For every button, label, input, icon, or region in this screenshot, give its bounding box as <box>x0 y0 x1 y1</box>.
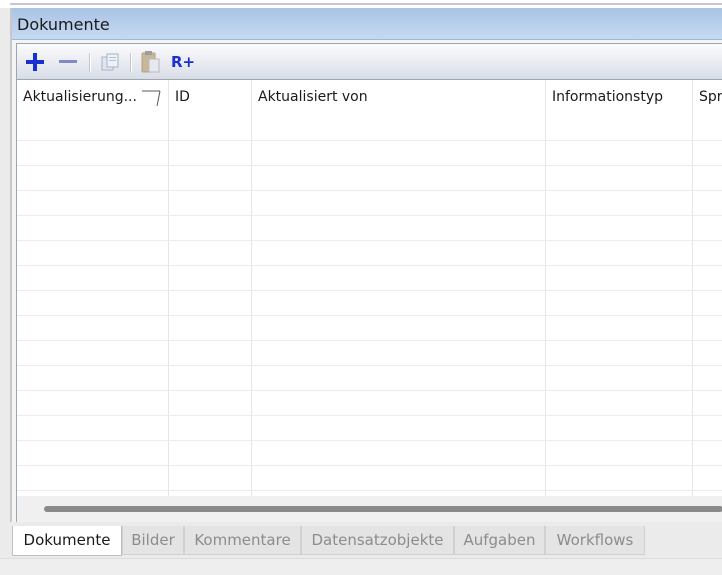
column-header-informationstyp[interactable]: Informationstyp <box>546 80 693 116</box>
r-plus-icon: R+ <box>171 53 195 71</box>
paste-icon <box>141 51 160 73</box>
empty-row <box>17 241 722 266</box>
copy-icon <box>101 53 119 71</box>
empty-row <box>17 291 722 316</box>
minus-icon <box>59 60 77 63</box>
column-label: Aktualisierung... <box>23 89 137 105</box>
empty-row <box>17 316 722 341</box>
empty-row <box>17 366 722 391</box>
top-divider <box>10 3 722 5</box>
remove-button[interactable] <box>55 49 81 75</box>
empty-row <box>17 116 722 141</box>
panel-header: Dokumente <box>12 8 722 40</box>
window-top-strip <box>0 0 722 8</box>
toolbar-separator <box>130 53 132 72</box>
column-header-id[interactable]: ID <box>169 80 252 116</box>
empty-row <box>17 466 722 491</box>
panel-title: Dokumente <box>17 15 110 34</box>
tab-dokumente[interactable]: Dokumente <box>12 526 122 556</box>
sort-indicator-icon <box>142 90 161 107</box>
plus-icon <box>26 53 44 71</box>
empty-row <box>17 441 722 466</box>
toolbar-separator <box>89 53 91 72</box>
empty-row <box>17 391 722 416</box>
tab-bilder[interactable]: Bilder <box>122 526 184 555</box>
empty-row <box>17 341 722 366</box>
grid-rows <box>17 116 722 496</box>
column-header-aktualisiert-von[interactable]: Aktualisiert von <box>252 80 546 116</box>
empty-row <box>17 416 722 441</box>
paste-button[interactable] <box>137 49 163 75</box>
column-header-sprache[interactable]: Spr <box>693 80 722 116</box>
empty-row <box>17 266 722 291</box>
tab-datensatzobjekte[interactable]: Datensatzobjekte <box>301 526 454 555</box>
tab-workflows[interactable]: Workflows <box>545 526 645 555</box>
grid-header: Aktualisierung... ID Aktualisiert von In… <box>17 80 722 116</box>
status-bar <box>0 558 722 575</box>
empty-row <box>17 141 722 166</box>
empty-row <box>17 166 722 191</box>
tab-aufgaben[interactable]: Aufgaben <box>454 526 545 555</box>
tab-kommentare[interactable]: Kommentare <box>184 526 301 555</box>
add-reference-button[interactable]: R+ <box>169 49 199 75</box>
horizontal-scrollbar[interactable] <box>16 496 722 522</box>
scrollbar-thumb[interactable] <box>44 506 722 512</box>
add-button[interactable] <box>22 49 48 75</box>
column-header-aktualisierung[interactable]: Aktualisierung... <box>17 80 169 116</box>
empty-row <box>17 216 722 241</box>
toolbar: R+ <box>16 43 722 80</box>
svg-text:R+: R+ <box>171 53 195 71</box>
empty-row <box>17 191 722 216</box>
documents-grid: Aktualisierung... ID Aktualisiert von In… <box>16 80 722 496</box>
copy-button[interactable] <box>97 49 123 75</box>
